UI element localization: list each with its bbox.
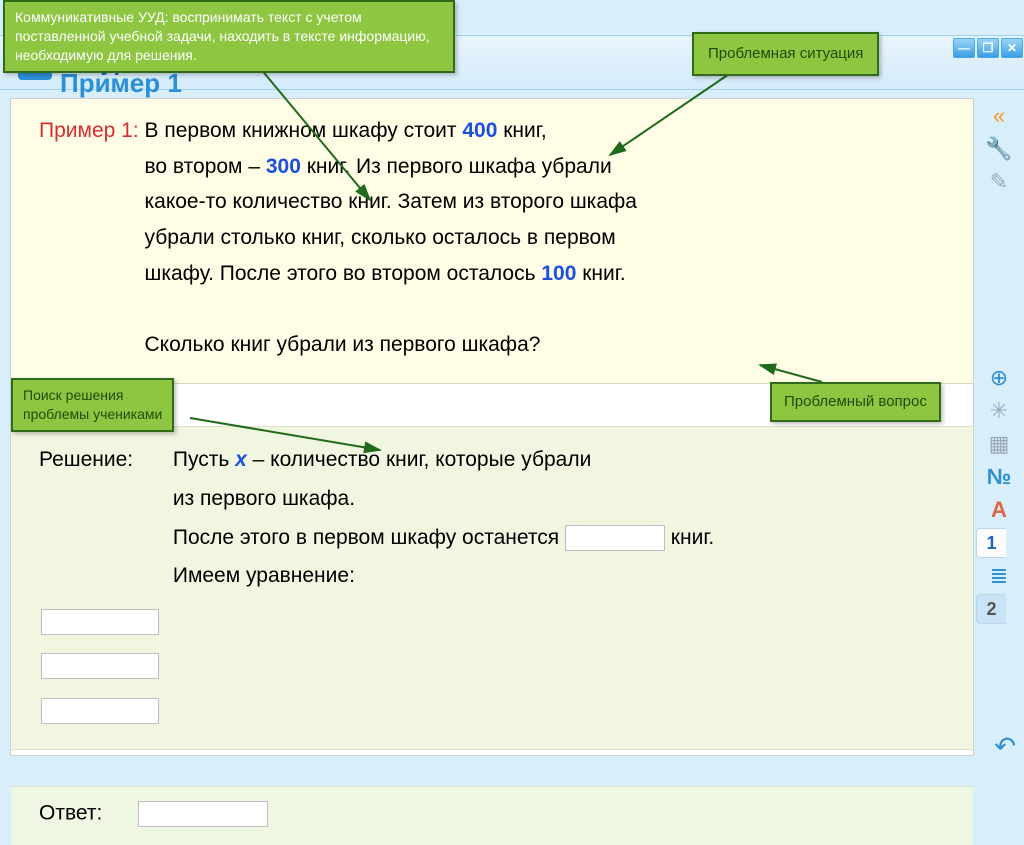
undo-icon[interactable]: ↶ <box>994 731 1016 762</box>
num-300: 300 <box>266 155 301 178</box>
solution-text: книг. <box>665 526 714 549</box>
num-400: 400 <box>462 119 497 142</box>
pencil-icon[interactable]: ✎ <box>982 167 1016 197</box>
example-label: Пример 1: <box>39 119 139 142</box>
list-icon[interactable]: ≣ <box>982 561 1016 591</box>
equation-blank-2[interactable] <box>41 653 159 679</box>
callout-search-solution: Поиск решения проблемы учениками <box>11 378 174 432</box>
equation-blank-1[interactable] <box>41 609 159 635</box>
callout-line1: Поиск решения <box>23 387 123 403</box>
problem-text: во втором – <box>145 155 266 178</box>
callout-problem-question: Проблемный вопрос <box>770 382 941 422</box>
problem-text: В первом книжном шкафу стоит <box>145 119 463 142</box>
callout-problem-situation: Проблемная ситуация <box>692 32 879 76</box>
minimize-button[interactable]: — <box>953 38 975 58</box>
equation-blank-3[interactable] <box>41 698 159 724</box>
solution-text: из первого шкафа. <box>173 487 355 510</box>
number-icon[interactable]: № <box>982 462 1016 492</box>
num-100: 100 <box>541 262 576 285</box>
problem-text: шкафу. После этого во втором осталось <box>145 262 542 285</box>
back-icon[interactable]: « <box>982 101 1016 131</box>
problem-text: книг. Из первого шкафа убрали <box>301 155 612 178</box>
problem-text: книг, <box>497 119 546 142</box>
answer-blank[interactable] <box>138 801 268 827</box>
callout-lead: Коммуникативные УУД: <box>15 9 172 25</box>
table-icon[interactable]: ▦ <box>982 429 1016 459</box>
solution-area: Решение: Пусть x – количество книг, кото… <box>11 426 973 750</box>
wrench-icon[interactable]: 🔧 <box>982 134 1016 164</box>
blank-remaining[interactable] <box>565 525 665 551</box>
problem-text: какое-то количество книг. Затем из второ… <box>145 190 637 213</box>
answer-area: Ответ: <box>11 786 973 845</box>
answer-label: Ответ: <box>39 801 102 824</box>
right-toolbar: « 🔧 ✎ ⊕ ✳ ▦ № A 1 ≣ 2 <box>974 98 1024 768</box>
gear-icon[interactable]: ✳ <box>982 396 1016 426</box>
letter-a-icon[interactable]: A <box>982 495 1016 525</box>
solution-text: – количество книг, которые убрали <box>247 448 592 471</box>
solution-text: Пусть <box>173 448 235 471</box>
solution-label: Решение: <box>39 441 167 480</box>
close-button[interactable]: ✕ <box>1001 38 1023 58</box>
variable-x: x <box>235 448 247 471</box>
callout-communicative: Коммуникативные УУД: воспринимать текст … <box>3 0 455 73</box>
solution-text: Имеем уравнение: <box>173 564 355 587</box>
problem-text: книг. <box>576 262 625 285</box>
callout-line2: проблемы учениками <box>23 406 162 422</box>
window-controls: — ❐ ✕ <box>953 38 1023 58</box>
page-tab-2[interactable]: 2 <box>976 594 1006 624</box>
solution-text: После этого в первом шкафу останется <box>173 526 565 549</box>
problem-text: убрали столько книг, сколько осталось в … <box>145 226 616 249</box>
problem-statement: Пример 1: В первом книжном шкафу стоит 4… <box>11 99 973 384</box>
page-tab-1[interactable]: 1 <box>976 528 1006 558</box>
problem-question: Сколько книг убрали из первого шкафа? <box>145 333 541 356</box>
maximize-button[interactable]: ❐ <box>977 38 999 58</box>
zoom-in-icon[interactable]: ⊕ <box>982 363 1016 393</box>
